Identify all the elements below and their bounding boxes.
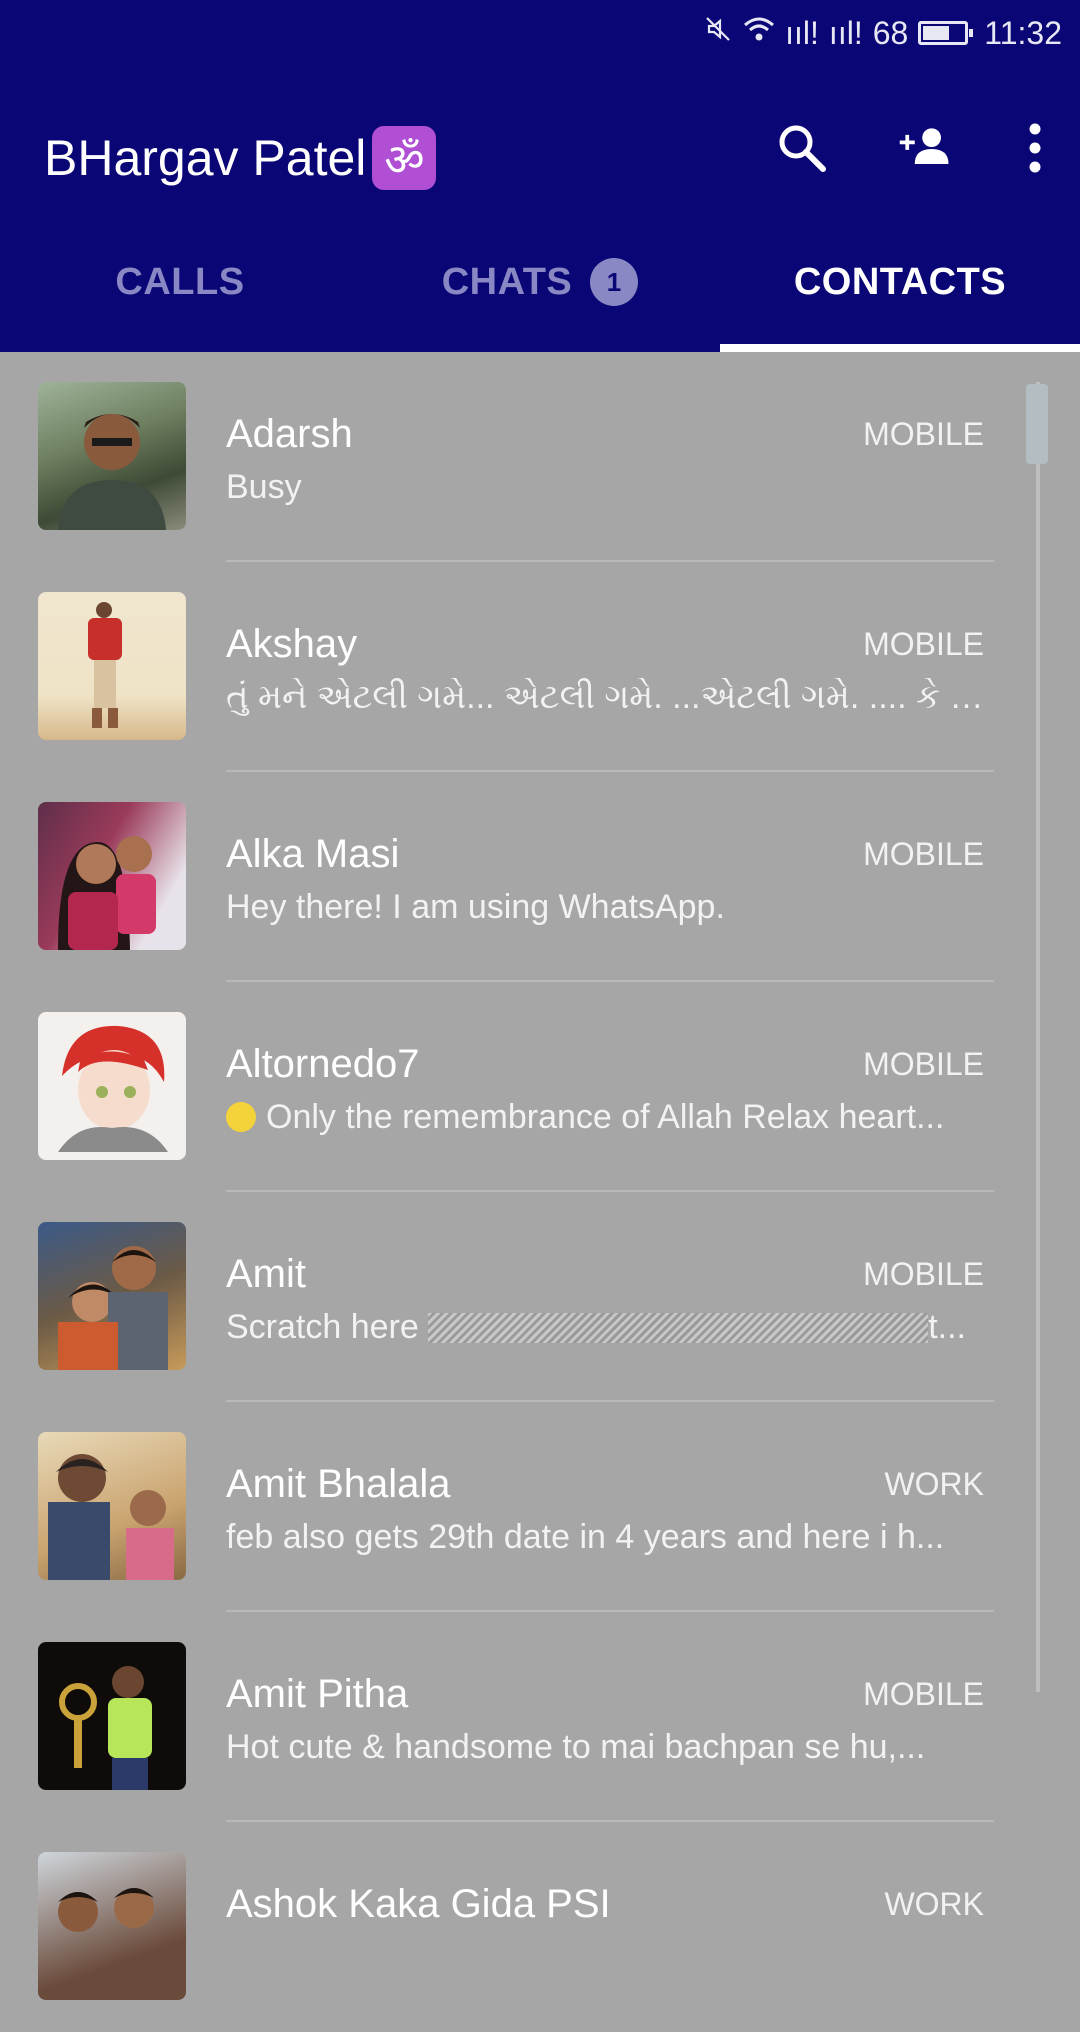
phone-type: MOBILE xyxy=(863,416,984,452)
tab-contacts-label: CONTACTS xyxy=(793,260,1007,303)
tab-calls-label: CALLS xyxy=(115,260,245,303)
clock: 11:32 xyxy=(984,14,1062,51)
phone-type: WORK xyxy=(884,1466,984,1502)
contact-name: Akshay xyxy=(226,622,358,666)
contact-status: Scratch here xyxy=(226,1308,419,1346)
contact-status: Hey there! I am using WhatsApp. xyxy=(226,888,725,926)
avatar[interactable] xyxy=(38,802,186,950)
search-icon xyxy=(779,125,826,172)
contact-row[interactable]: Amit Bhalala WORK feb also gets 29th dat… xyxy=(0,1402,1080,1612)
contact-row[interactable]: Akshay MOBILE તું મને એટલી ગમે... એટલી ગ… xyxy=(0,562,1080,772)
app-header: ııl! ııl! 68 11:32 BHargav Patel ॐ CALLS… xyxy=(0,0,1080,352)
contact-status: feb also gets 29th date in 4 years and h… xyxy=(226,1518,945,1556)
signal-2-icon: ııl! xyxy=(828,14,863,51)
tab-chats-label: CHATS xyxy=(441,260,573,303)
tab-contacts[interactable]: CONTACTS xyxy=(720,226,1080,338)
tab-calls[interactable]: CALLS xyxy=(0,226,360,338)
phone-type: MOBILE xyxy=(863,836,984,872)
contact-row[interactable]: Ashok Kaka Gida PSI WORK xyxy=(0,1822,1080,2032)
status-bar: ııl! ııl! 68 11:32 xyxy=(703,14,1062,52)
phone-type: MOBILE xyxy=(863,626,984,662)
smiley-emoji-icon xyxy=(226,1102,256,1132)
profile-name: BHargav Patel xyxy=(44,130,367,186)
contact-name: Ashok Kaka Gida PSI xyxy=(226,1882,611,1926)
contact-name: Amit xyxy=(226,1252,306,1296)
contact-status: તું મને એટલી ગમે... એટલી ગમે. ...એટલી ગમ… xyxy=(226,678,986,716)
unread-badge: 1 xyxy=(590,258,639,306)
search-button[interactable] xyxy=(772,118,832,178)
avatar[interactable] xyxy=(38,1222,186,1370)
tab-indicator xyxy=(720,344,1080,352)
scrollbar-track[interactable] xyxy=(1036,382,1040,1692)
scratch-pattern xyxy=(428,1313,929,1343)
contact-name: Alka Masi xyxy=(226,832,400,876)
contact-name: Amit Pitha xyxy=(226,1672,409,1716)
om-emoji: ॐ xyxy=(372,126,437,190)
avatar[interactable] xyxy=(38,592,186,740)
contact-name: Amit Bhalala xyxy=(226,1462,451,1506)
avatar[interactable] xyxy=(38,1852,186,2000)
avatar[interactable] xyxy=(38,1642,186,1790)
app-title: BHargav Patel ॐ xyxy=(44,118,437,198)
contact-row[interactable]: Adarsh MOBILE Busy xyxy=(0,352,1080,562)
battery-level: 68 xyxy=(872,14,909,51)
phone-type: MOBILE xyxy=(863,1046,984,1082)
scrollbar-thumb[interactable] xyxy=(1026,384,1048,464)
contact-status-line: Scratch here t... xyxy=(226,1308,986,1347)
contact-status-line: Only the remembrance of Allah Relax hear… xyxy=(226,1098,986,1137)
contact-row[interactable]: Alka Masi MOBILE Hey there! I am using W… xyxy=(0,772,1080,982)
header-actions xyxy=(772,108,1050,188)
avatar[interactable] xyxy=(38,1012,186,1160)
phone-type: WORK xyxy=(884,1886,984,1922)
signal-1-icon: ııl! xyxy=(785,14,819,51)
more-vert-icon xyxy=(1029,123,1041,173)
contact-row[interactable]: Amit Pitha MOBILE Hot cute & handsome to… xyxy=(0,1612,1080,1822)
tab-bar: CALLS CHATS 1 CONTACTS xyxy=(0,240,1080,352)
tab-chats[interactable]: CHATS 1 xyxy=(360,226,720,338)
contact-row[interactable]: Altornedo7 MOBILE Only the remembrance o… xyxy=(0,982,1080,1192)
contact-list: Adarsh MOBILE Busy Akshay MOBILE તું મને… xyxy=(0,352,1080,2032)
add-contact-button[interactable] xyxy=(896,118,956,178)
contact-row[interactable]: Amit MOBILE Scratch here t... xyxy=(0,1192,1080,1402)
more-options-button[interactable] xyxy=(1020,118,1050,178)
add-person-icon xyxy=(899,128,949,164)
contact-status-tail: t... xyxy=(928,1308,967,1346)
phone-type: MOBILE xyxy=(863,1256,984,1292)
avatar[interactable] xyxy=(38,382,186,530)
mute-icon xyxy=(703,14,733,52)
contact-name: Altornedo7 xyxy=(226,1042,420,1086)
battery-icon xyxy=(918,21,974,45)
wifi-icon xyxy=(743,15,775,51)
contact-name: Adarsh xyxy=(226,412,353,456)
contact-status: Hot cute & handsome to mai bachpan se hu… xyxy=(226,1728,926,1766)
contact-status: Busy xyxy=(226,468,302,506)
avatar[interactable] xyxy=(38,1432,186,1580)
phone-type: MOBILE xyxy=(863,1676,984,1712)
contact-status: Only the remembrance of Allah Relax hear… xyxy=(266,1098,945,1136)
